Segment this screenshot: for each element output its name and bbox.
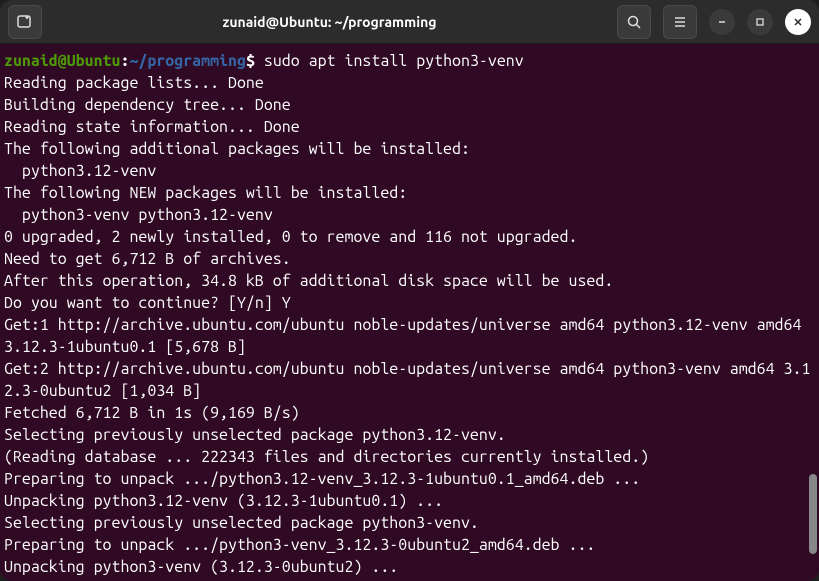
prompt-user-host: zunaid@Ubuntu	[4, 52, 120, 70]
output-line: Preparing to unpack .../python3.12-venv_…	[4, 468, 815, 490]
output-line: Get:2 http://archive.ubuntu.com/ubuntu n…	[4, 358, 815, 402]
output-line: (Reading database ... 222343 files and d…	[4, 446, 815, 468]
search-icon	[626, 14, 642, 30]
output-line: Get:1 http://archive.ubuntu.com/ubuntu n…	[4, 314, 815, 358]
prompt-path: ~/programming	[129, 52, 245, 70]
output-line: Do you want to continue? [Y/n] Y	[4, 292, 815, 314]
output-line: Reading package lists... Done	[4, 72, 815, 94]
hamburger-icon	[672, 14, 688, 30]
output-line: After this operation, 34.8 kB of additio…	[4, 270, 815, 292]
close-button[interactable]	[785, 9, 811, 35]
output-line: The following NEW packages will be insta…	[4, 182, 815, 204]
output-line: python3.12-venv	[4, 160, 815, 182]
maximize-button[interactable]	[747, 9, 773, 35]
new-tab-icon	[17, 14, 33, 30]
prompt-line: zunaid@Ubuntu:~/programming$ sudo apt in…	[4, 50, 815, 72]
output-line: 0 upgraded, 2 newly installed, 0 to remo…	[4, 226, 815, 248]
output-line: Selecting previously unselected package …	[4, 424, 815, 446]
output-line: Fetched 6,712 B in 1s (9,169 B/s)	[4, 402, 815, 424]
output-line: Reading state information... Done	[4, 116, 815, 138]
new-tab-button[interactable]	[8, 5, 42, 39]
output-line: Building dependency tree... Done	[4, 94, 815, 116]
output-line: Unpacking python3-venv (3.12.3-0ubuntu2)…	[4, 556, 815, 578]
output-line: Selecting previously unselected package …	[4, 512, 815, 534]
close-icon	[792, 16, 804, 28]
output-line: python3-venv python3.12-venv	[4, 204, 815, 226]
minimize-icon	[716, 16, 728, 28]
terminal-viewport[interactable]: zunaid@Ubuntu:~/programming$ sudo apt in…	[0, 44, 819, 581]
command-text: sudo apt install python3-venv	[264, 52, 524, 70]
scrollbar-thumb[interactable]	[809, 474, 817, 554]
output-container: Reading package lists... DoneBuilding de…	[4, 72, 815, 578]
output-line: Preparing to unpack .../python3-venv_3.1…	[4, 534, 815, 556]
output-line: Need to get 6,712 B of archives.	[4, 248, 815, 270]
output-line: The following additional packages will b…	[4, 138, 815, 160]
search-button[interactable]	[617, 5, 651, 39]
prompt-symbol: $	[246, 52, 255, 70]
minimize-button[interactable]	[709, 9, 735, 35]
window-title: zunaid@Ubuntu: ~/programming	[42, 14, 617, 30]
titlebar: zunaid@Ubuntu: ~/programming	[0, 0, 819, 44]
titlebar-controls	[617, 5, 811, 39]
output-line: Unpacking python3.12-venv (3.12.3-1ubunt…	[4, 490, 815, 512]
menu-button[interactable]	[663, 5, 697, 39]
maximize-icon	[754, 16, 766, 28]
